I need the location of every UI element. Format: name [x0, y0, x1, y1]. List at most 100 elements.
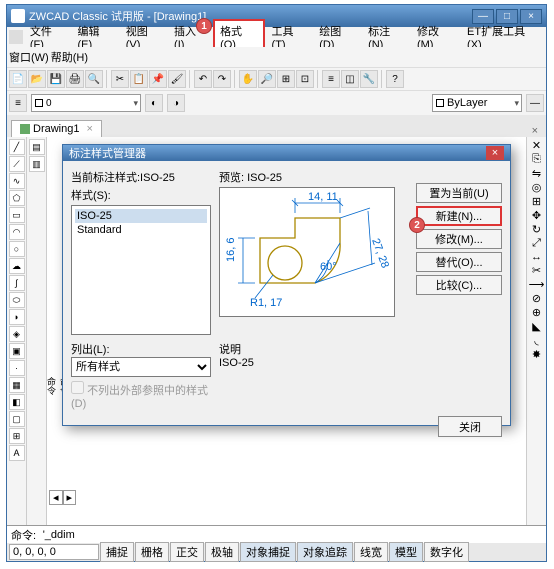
line-icon[interactable]: ╱ — [9, 139, 25, 155]
tabrow-close-icon[interactable]: × — [528, 125, 542, 137]
break-icon[interactable]: ⊘ — [532, 292, 541, 305]
close-button[interactable]: 关闭 — [438, 416, 502, 437]
dialog-action-button[interactable]: 替代(O)... — [416, 252, 502, 272]
stretch-icon[interactable]: ↔ — [531, 251, 542, 263]
new-icon[interactable]: 📄 — [9, 70, 27, 88]
block-icon[interactable]: ▣ — [9, 343, 25, 359]
status-toggle[interactable]: 栅格 — [135, 542, 169, 562]
doc-tab-close[interactable]: × — [86, 123, 92, 135]
explode-icon[interactable]: ✸ — [532, 348, 541, 361]
undo-icon[interactable]: ↶ — [194, 70, 212, 88]
list-filter-select[interactable]: 所有样式 — [71, 357, 211, 377]
color-combo[interactable]: ByLayer — [432, 94, 522, 112]
zoom-icon[interactable]: 🔎 — [258, 70, 276, 88]
save-icon[interactable]: 💾 — [47, 70, 65, 88]
pline-icon[interactable]: ∿ — [9, 173, 25, 189]
coord-display: 0, 0, 0, 0 — [9, 544, 99, 560]
gradient-icon[interactable]: ◧ — [9, 394, 25, 410]
revcloud-icon[interactable]: ☁ — [9, 258, 25, 274]
style-item[interactable]: Standard — [75, 223, 207, 237]
brush-icon[interactable]: 🖌 — [168, 70, 186, 88]
polygon-icon[interactable]: ⬠ — [9, 190, 25, 206]
svg-text:27, 28: 27, 28 — [369, 237, 391, 270]
app-icon — [11, 9, 25, 23]
hatch-icon[interactable]: ▦ — [9, 377, 25, 393]
tool2a-icon[interactable]: ▤ — [29, 139, 45, 155]
cut-icon[interactable]: ✂ — [111, 70, 129, 88]
print-icon[interactable]: 🖨 — [66, 70, 84, 88]
preview-icon[interactable]: 🔍 — [85, 70, 103, 88]
point-icon[interactable]: · — [9, 360, 25, 376]
doc-tab[interactable]: Drawing1 × — [11, 120, 102, 137]
props-icon[interactable]: ≡ — [322, 70, 340, 88]
command-line[interactable]: 命令: '_ddim — [7, 525, 546, 543]
move-icon[interactable]: ✥ — [532, 209, 541, 222]
status-toggle[interactable]: 捕捉 — [100, 542, 134, 562]
copy-icon[interactable]: 📋 — [130, 70, 148, 88]
menu-item[interactable]: 帮助(H) — [51, 49, 88, 65]
zoomext-icon[interactable]: ⊡ — [296, 70, 314, 88]
spline-icon[interactable]: ∫ — [9, 275, 25, 291]
status-toggle[interactable]: 对象捕捉 — [240, 542, 296, 562]
fillet-icon[interactable]: ◟ — [534, 334, 538, 347]
style-item[interactable]: ISO-25 — [75, 209, 207, 223]
dc-icon[interactable]: ◫ — [341, 70, 359, 88]
erase-icon[interactable]: ✕ — [532, 139, 541, 152]
styles-label: 样式(S): — [71, 187, 211, 203]
mirror-icon[interactable]: ⇋ — [532, 167, 541, 180]
open-icon[interactable]: 📂 — [28, 70, 46, 88]
status-toggle[interactable]: 对象追踪 — [297, 542, 353, 562]
extend-icon[interactable]: ⟶ — [529, 278, 545, 291]
desc-label: 说明 — [219, 341, 502, 357]
table-icon[interactable]: ⊞ — [9, 428, 25, 444]
insert-icon[interactable]: ◈ — [9, 326, 25, 342]
tool2b-icon[interactable]: ▥ — [29, 156, 45, 172]
ext-ref-checkbox: 不列出外部参照中的样式(D) — [71, 381, 211, 410]
arc-icon[interactable]: ◠ — [9, 224, 25, 240]
ellipse-icon[interactable]: ⬭ — [9, 292, 25, 308]
dialog-action-button[interactable]: 比较(C)... — [416, 275, 502, 295]
status-toggle[interactable]: 线宽 — [354, 542, 388, 562]
paste-icon[interactable]: 📌 — [149, 70, 167, 88]
mtext-icon[interactable]: A — [9, 445, 25, 461]
rect-icon[interactable]: ▭ — [9, 207, 25, 223]
status-toggle[interactable]: 数字化 — [424, 542, 469, 562]
region-icon[interactable]: ▢ — [9, 411, 25, 427]
ellipsearc-icon[interactable]: ◗ — [9, 309, 25, 325]
layer-icon[interactable]: ≡ — [9, 94, 27, 112]
status-toggle[interactable]: 模型 — [389, 542, 423, 562]
help-icon[interactable]: ? — [386, 70, 404, 88]
circle-icon[interactable]: ○ — [9, 241, 25, 257]
layerstate-icon[interactable]: ◐ — [145, 94, 163, 112]
redo-icon[interactable]: ↷ — [213, 70, 231, 88]
dialog-title-bar: 标注样式管理器 × — [63, 145, 510, 161]
ltype-icon[interactable]: — — [526, 94, 544, 112]
layer-combo[interactable]: 0 — [31, 94, 141, 112]
copy2-icon[interactable]: ⎘ — [532, 153, 541, 166]
dialog-close-icon[interactable]: × — [486, 146, 504, 160]
chamfer-icon[interactable]: ◣ — [532, 320, 540, 333]
status-toggle[interactable]: 正交 — [170, 542, 204, 562]
styles-listbox[interactable]: ISO-25Standard — [71, 205, 211, 335]
trim-icon[interactable]: ✂ — [532, 264, 541, 277]
modify-toolbar: ✕ ⎘ ⇋ ◎ ⊞ ✥ ↻ ⤢ ↔ ✂ ⟶ ⊘ ⊕ ◣ ◟ ✸ — [526, 137, 546, 525]
dialog-action-button[interactable]: 新建(N)... — [416, 206, 502, 226]
scale-icon[interactable]: ⤢ — [532, 237, 541, 250]
join-icon[interactable]: ⊕ — [532, 306, 541, 319]
offset-icon[interactable]: ◎ — [532, 181, 542, 194]
xline-icon[interactable]: ⟋ — [9, 156, 25, 172]
dialog-action-button[interactable]: 置为当前(U) — [416, 183, 502, 203]
tool-icon[interactable]: 🔧 — [360, 70, 378, 88]
layout-next[interactable]: ▸ — [63, 490, 77, 505]
dialog-action-button[interactable]: 修改(M)... — [416, 229, 502, 249]
status-bar: 0, 0, 0, 0 捕捉栅格正交极轴对象捕捉对象追踪线宽模型数字化 — [7, 543, 546, 561]
pan-icon[interactable]: ✋ — [239, 70, 257, 88]
rotate-icon[interactable]: ↻ — [532, 223, 541, 236]
layeriso-icon[interactable]: ◑ — [167, 94, 185, 112]
menu-bar-2: 窗口(W)帮助(H) — [7, 47, 546, 67]
zoomwin-icon[interactable]: ⊞ — [277, 70, 295, 88]
layout-prev[interactable]: ◂ — [49, 490, 63, 505]
array-icon[interactable]: ⊞ — [532, 195, 541, 208]
status-toggle[interactable]: 极轴 — [205, 542, 239, 562]
menu-item[interactable]: 窗口(W) — [9, 49, 49, 65]
